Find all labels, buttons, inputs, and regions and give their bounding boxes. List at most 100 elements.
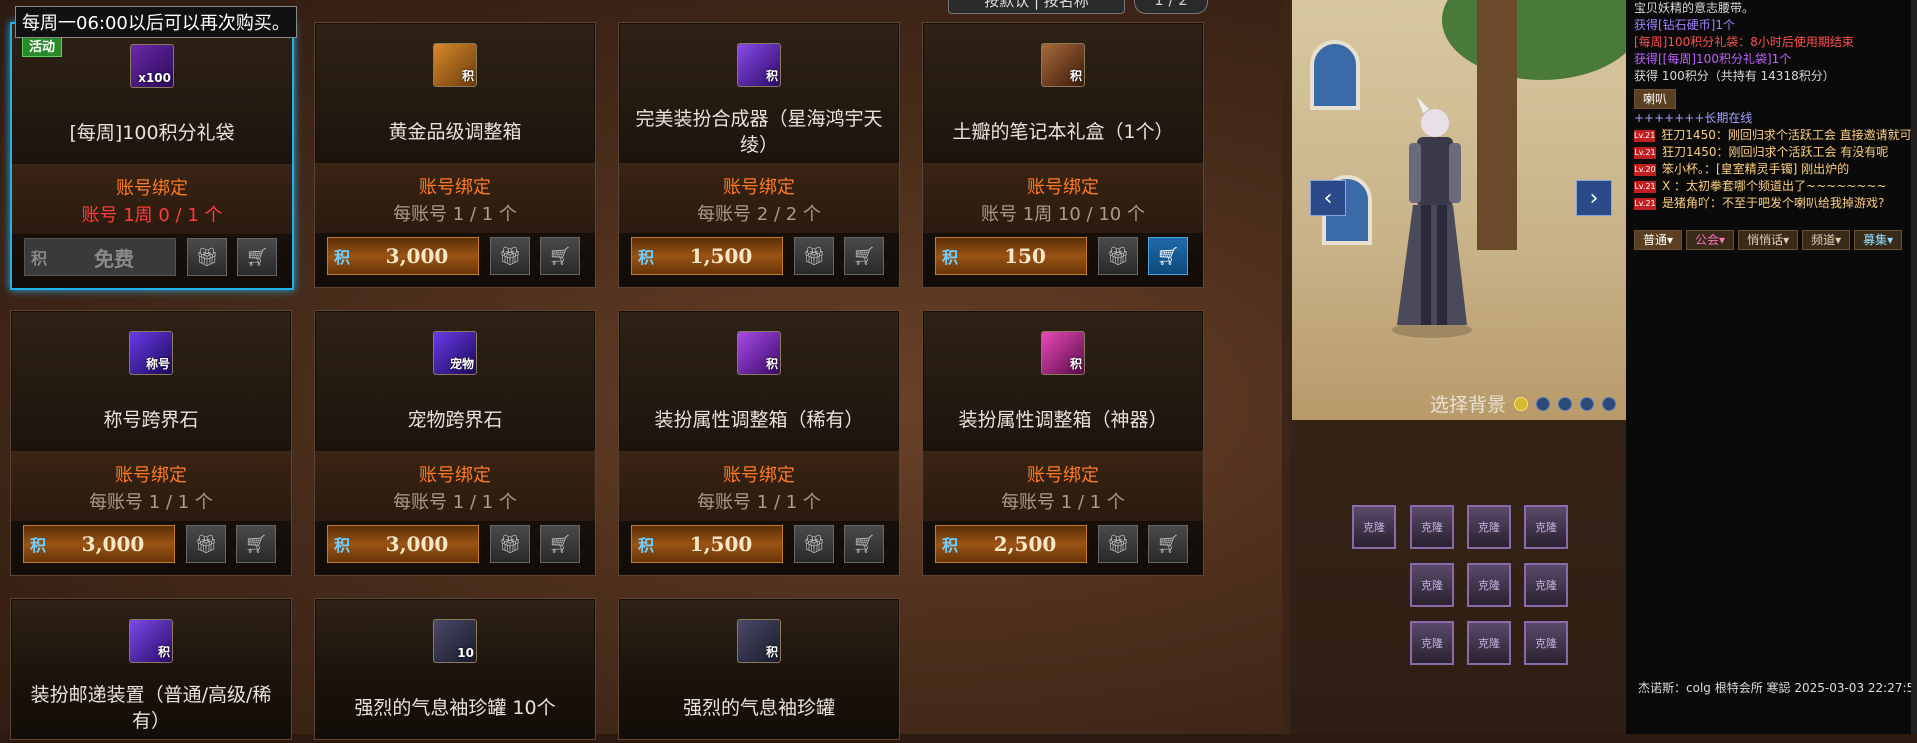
price-button[interactable]: 积 1,500	[631, 525, 783, 563]
preview-prev-button[interactable]: ‹	[1310, 180, 1346, 216]
price-value: 3,000	[81, 532, 145, 556]
gift-button[interactable]: 🎁︎	[187, 238, 227, 276]
shop-item-card[interactable]: 称号 称号跨界石 账号绑定 每账号 1 / 1 个 积 3,000 🎁︎ 🛒︎	[10, 310, 292, 576]
tab-normal[interactable]: 普通▾	[1634, 230, 1683, 250]
cart-icon: 🛒︎	[1156, 245, 1180, 267]
clone-slot[interactable]: 克隆	[1467, 505, 1511, 549]
shop-item-card[interactable]: 积 完美装扮合成器（星海鸿宇天绫） 账号绑定 每账号 2 / 2 个 积 1,5…	[618, 22, 900, 288]
character-preview-panel: ‹ › 克隆 克隆 克隆 克隆 克隆 克隆 克隆 克隆 克隆 克隆	[1290, 0, 1626, 734]
level-badge: Lv.20	[1634, 163, 1656, 176]
shop-item-card[interactable]: 积 强烈的气息袖珍罐	[618, 598, 900, 740]
price-button[interactable]: 积 1,500	[631, 237, 783, 275]
chat-message: Lv.21 是猪角吖：不至于吧发个喇叭给我掉游戏?	[1626, 195, 1911, 212]
tooltip: 每周一06:00以后可以再次购买。	[15, 6, 297, 38]
tab-horn[interactable]: 喇叭	[1634, 89, 1677, 109]
level-badge: Lv.21	[1634, 197, 1656, 210]
level-badge: Lv.21	[1634, 146, 1656, 159]
cart-button[interactable]: 🛒︎	[844, 237, 884, 275]
gift-button[interactable]: 🎁︎	[1098, 237, 1138, 275]
cart-icon: 🛒︎	[1156, 533, 1180, 555]
gift-button[interactable]: 🎁︎	[794, 237, 834, 275]
horn-tab-row: 喇叭	[1634, 89, 1677, 109]
shop-item-card[interactable]: 积 黄金品级调整箱 账号绑定 每账号 1 / 1 个 积 3,000 🎁︎ 🛒︎	[314, 22, 596, 288]
price-button[interactable]: 积 免费	[24, 238, 176, 276]
cart-button[interactable]: 🛒︎	[844, 525, 884, 563]
background-dot[interactable]	[1514, 396, 1529, 411]
shop-item-card[interactable]: 积 土瓣的笔记本礼盒（1个） 账号绑定 账号 1周 10 / 10 个 积 15…	[922, 22, 1204, 288]
shop-scrollbar[interactable]	[1282, 0, 1290, 734]
tab-recruit[interactable]: 募集▾	[1854, 230, 1903, 250]
price-value: 2,500	[993, 532, 1057, 556]
price-button[interactable]: 积 150	[935, 237, 1087, 275]
bind-status: 账号绑定	[419, 465, 491, 486]
background-dot[interactable]	[1602, 396, 1617, 411]
shop-item-card[interactable]: 宠物 宠物跨界石 账号绑定 每账号 1 / 1 个 积 3,000 🎁︎ 🛒︎	[314, 310, 596, 576]
shop-item-card[interactable]: 活动 x100 [每周]100积分礼袋 账号绑定 账号 1周 0 / 1 个 积…	[10, 22, 294, 290]
clone-slot[interactable]: 克隆	[1467, 563, 1511, 607]
log-line: 获得 100积分（共持有 14318积分）	[1634, 69, 1835, 83]
shop-item-card[interactable]: 积 装扮邮递装置（普通/高级/稀有）	[10, 598, 292, 740]
item-name: [每周]100积分礼袋	[69, 122, 235, 144]
price-button[interactable]: 积 3,000	[327, 237, 479, 275]
points-icon: 积	[637, 248, 654, 267]
price-value: 150	[1004, 244, 1046, 268]
cart-icon: 🛒︎	[852, 533, 876, 555]
gift-button[interactable]: 🎁︎	[1098, 525, 1138, 563]
tab-whisper[interactable]: 悄悄话▾	[1738, 230, 1799, 250]
gift-button[interactable]: 🎁︎	[490, 525, 530, 563]
cart-button[interactable]: 🛒︎	[540, 525, 580, 563]
cart-button[interactable]: 🛒︎	[1148, 525, 1188, 563]
chat-message: Lv.21 狂刀1450：刚回归求个活跃工会 直接邀请就可	[1626, 127, 1911, 144]
tab-channel[interactable]: 频道▾	[1802, 230, 1851, 250]
clone-slot[interactable]: 克隆	[1524, 621, 1568, 665]
item-name: 装扮邮递装置（普通/高级/稀有）	[30, 684, 272, 732]
item-name: 强烈的气息袖珍罐	[682, 697, 835, 719]
shop-panel: 按默认 | 按名称 1 / 2 活动 x100 [每周]100积分礼袋 账号绑定…	[0, 0, 1290, 740]
price-button[interactable]: 积 3,000	[23, 525, 175, 563]
clone-slot[interactable]: 克隆	[1467, 621, 1511, 665]
item-name: 宠物跨界石	[407, 409, 503, 431]
level-badge: Lv.21	[1634, 129, 1656, 142]
log-line: 获得[[每周]100积分礼袋]1个	[1634, 52, 1792, 66]
clone-slot[interactable]: 克隆	[1352, 505, 1396, 549]
price-button[interactable]: 积 3,000	[327, 525, 479, 563]
cart-button[interactable]: 🛒︎	[237, 238, 277, 276]
background-dot[interactable]	[1558, 396, 1573, 411]
clone-slot[interactable]: 克隆	[1524, 563, 1568, 607]
system-log: 宝贝妖精的意志腰带。 获得[钻石硬币]1个 [每周]100积分礼袋：8小时后使用…	[1626, 0, 1911, 85]
level-badge: Lv.21	[1634, 180, 1656, 193]
cart-button[interactable]: 🛒︎	[236, 525, 276, 563]
clone-slot[interactable]: 克隆	[1410, 505, 1454, 549]
cart-button[interactable]: 🛒︎	[540, 237, 580, 275]
gift-button[interactable]: 🎁︎	[794, 525, 834, 563]
background-dot[interactable]	[1536, 396, 1551, 411]
avatar-box-rare-icon: 积	[737, 331, 781, 375]
message-text: 狂刀1450：刚回归求个活跃工会 直接邀请就可	[1661, 128, 1911, 142]
gift-button[interactable]: 🎁︎	[186, 525, 226, 563]
sort-dropdown[interactable]: 按默认 | 按名称	[948, 0, 1125, 14]
item-name: 黄金品级调整箱	[388, 121, 522, 143]
background-dot[interactable]	[1580, 396, 1595, 411]
chat-scrollbar[interactable]	[1911, 0, 1917, 734]
gift-icon: 🎁︎	[194, 533, 218, 555]
item-name: 土瓣的笔记本礼盒（1个）	[952, 121, 1174, 143]
price-button[interactable]: 积 2,500	[935, 525, 1087, 563]
preview-next-button[interactable]: ›	[1576, 180, 1612, 216]
gift-button[interactable]: 🎁︎	[490, 237, 530, 275]
tab-guild[interactable]: 公会▾	[1686, 230, 1735, 250]
shop-item-card[interactable]: 积 装扮属性调整箱（稀有） 账号绑定 每账号 1 / 1 个 积 1,500 🎁…	[618, 310, 900, 576]
gift-icon: 🎁︎	[195, 246, 219, 268]
chat-message: Lv.20 笨小杯。：[皇室精灵手镯] 刚出炉的	[1626, 161, 1911, 178]
bind-status: 账号绑定	[115, 465, 187, 486]
gift-icon: 🎁︎	[1106, 533, 1130, 555]
mail-device-icon: 积	[129, 619, 173, 663]
shop-item-card[interactable]: 积 装扮属性调整箱（神器） 账号绑定 每账号 1 / 1 个 积 2,500 🎁…	[922, 310, 1204, 576]
clone-slot[interactable]: 克隆	[1410, 563, 1454, 607]
tree-trunk	[1477, 0, 1517, 250]
cart-button[interactable]: 🛒︎	[1148, 237, 1188, 275]
spirit-jar-icon: 积	[737, 619, 781, 663]
shop-item-card[interactable]: 10 强烈的气息袖珍罐 10个	[314, 598, 596, 740]
clone-slot[interactable]: 克隆	[1410, 621, 1454, 665]
message-text: 狂刀1450：刚回归求个活跃工会 有没有呢	[1662, 145, 1889, 159]
clone-slot[interactable]: 克隆	[1524, 505, 1568, 549]
